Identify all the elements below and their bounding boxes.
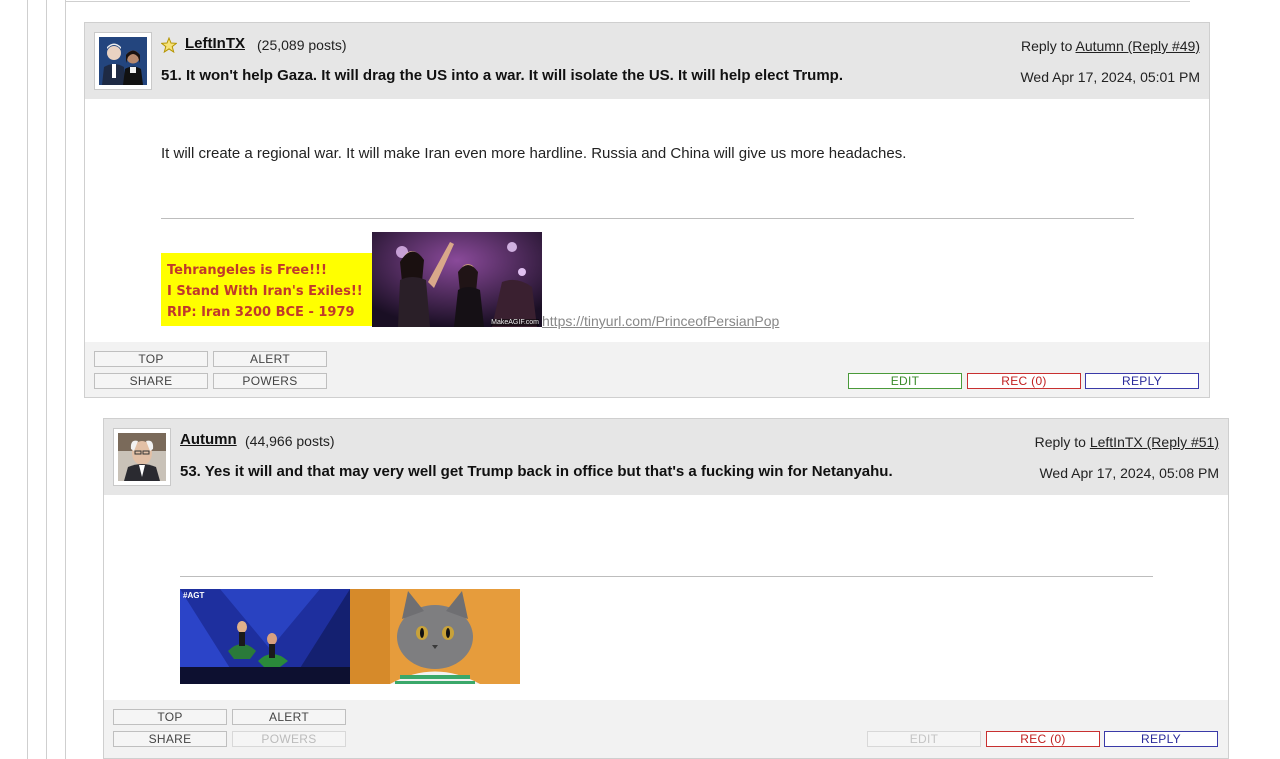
top-button[interactable]: TOP [94,351,208,367]
thread-rail [65,0,66,759]
signature-gif-cat-image [350,589,520,684]
reply-button[interactable]: REPLY [1085,373,1199,389]
gif-label: #AGT [183,591,205,600]
post-header: Autumn (44,966 posts) 53. Yes it will an… [104,419,1228,495]
reply-to-link[interactable]: LeftInTX (Reply #51) [1090,434,1219,450]
timestamp: Wed Apr 17, 2024, 05:08 PM [1039,465,1219,481]
post-subject: 53. Yes it will and that may very well g… [180,463,893,480]
avatar[interactable] [94,32,152,90]
timestamp: Wed Apr 17, 2024, 05:01 PM [1020,69,1200,85]
post-footer: TOP ALERT SHARE POWERS EDIT REC (0) REPL… [104,700,1228,758]
star-icon [160,36,178,54]
avatar-image [118,433,166,481]
reply-to-label: Reply to [1034,434,1086,450]
post-body: #AGT [104,495,1228,700]
post-body: It will create a regional war. It will m… [85,99,1209,342]
signature-link[interactable]: https://tinyurl.com/PrinceofPersianPop [542,313,779,329]
signature-divider [180,576,1153,577]
reply-to: Reply to Autumn (Reply #49) [1021,38,1200,54]
avatar-image [99,37,147,85]
post-text: It will create a regional war. It will m… [161,145,907,162]
signature-gif-image: MakeAGIF.com [372,232,542,327]
username[interactable]: Autumn [180,431,237,448]
top-button[interactable]: TOP [113,709,227,725]
previous-post-edge [66,0,1190,2]
banner-line: RIP: Iran 3200 BCE - 1979 [167,305,355,320]
share-button[interactable]: SHARE [94,373,208,389]
username[interactable]: LeftInTX [185,35,245,52]
post-count: (25,089 posts) [257,37,347,53]
signature-gif-stage-image: #AGT [180,589,350,684]
post-header: LeftInTX (25,089 posts) 51. It won't hel… [85,23,1209,99]
rec-button[interactable]: REC (0) [967,373,1081,389]
post-count: (44,966 posts) [245,433,335,449]
thread-rail [46,0,47,759]
banner-line: Tehrangeles is Free!!! [167,263,327,278]
signature-divider [161,218,1134,219]
avatar[interactable] [113,428,171,486]
alert-button[interactable]: ALERT [213,351,327,367]
edit-button[interactable]: EDIT [848,373,962,389]
powers-button: POWERS [232,731,346,747]
share-button[interactable]: SHARE [113,731,227,747]
gif-watermark: MakeAGIF.com [491,319,539,326]
post-53: Autumn (44,966 posts) 53. Yes it will an… [103,418,1229,759]
reply-to-link[interactable]: Autumn (Reply #49) [1075,38,1200,54]
reply-to: Reply to LeftInTX (Reply #51) [1035,434,1219,450]
banner-line: I Stand With Iran's Exiles!! [167,284,363,299]
powers-button[interactable]: POWERS [213,373,327,389]
rec-button[interactable]: REC (0) [986,731,1100,747]
post-footer: TOP ALERT SHARE POWERS EDIT REC (0) REPL… [85,342,1209,397]
edit-button: EDIT [867,731,981,747]
post-51: LeftInTX (25,089 posts) 51. It won't hel… [84,22,1210,398]
alert-button[interactable]: ALERT [232,709,346,725]
reply-to-label: Reply to [1021,38,1073,54]
post-subject: 51. It won't help Gaza. It will drag the… [161,67,844,84]
thread-rail [27,0,28,759]
reply-button[interactable]: REPLY [1104,731,1218,747]
signature-banner: Tehrangeles is Free!!! I Stand With Iran… [161,253,372,326]
